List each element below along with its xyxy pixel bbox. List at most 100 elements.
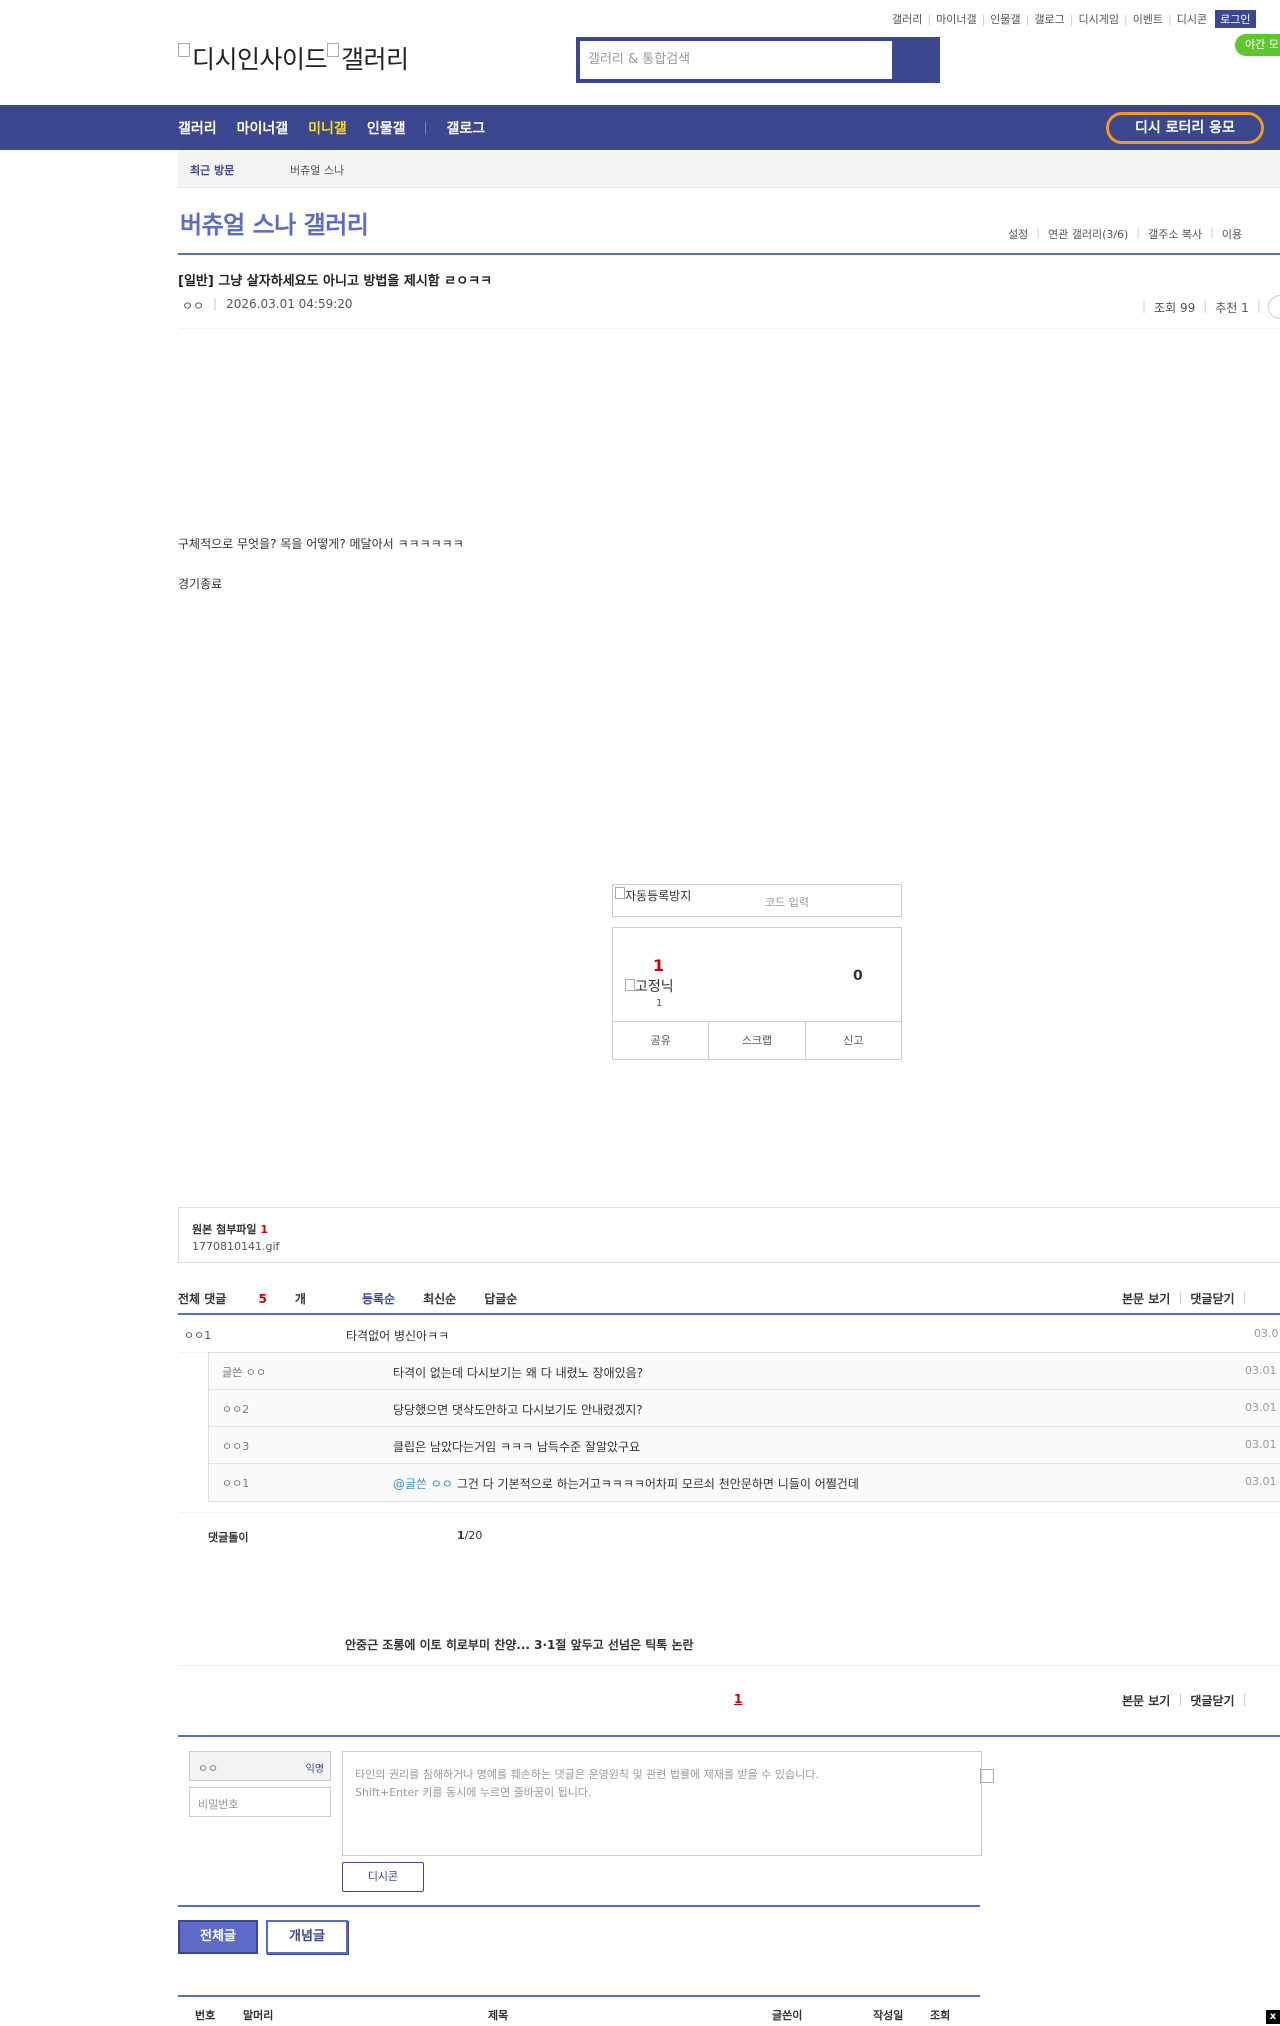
comment-nick[interactable]: ㅇㅇ1 — [184, 1327, 211, 1343]
close-comments-link[interactable]: 댓글닫기 — [1190, 1692, 1234, 1709]
logo-text-dcinside: 디시인사이드 — [192, 45, 328, 74]
site-logo[interactable]: 디시인사이드 갤러리 — [178, 40, 409, 76]
reply-text: 클립은 남았다는거임 ㅋㅋㅋ 남득수준 잘알았구요 — [393, 1440, 641, 1454]
settings-link[interactable]: 설정 — [1008, 226, 1028, 242]
top-link-dc-game[interactable]: 디시게임 — [1078, 11, 1118, 27]
col-number: 번호 — [195, 2009, 216, 2022]
separator: | — [1178, 1692, 1183, 1706]
tab-all-posts[interactable]: 전체글 — [178, 1920, 258, 1954]
top-link-gallery[interactable]: 갤러리 — [892, 11, 922, 27]
news-headline-link[interactable]: 안중근 조롱에 이토 히로부미 찬양... 3·1절 앞두고 선넘은 틱톡 논란 — [345, 1636, 694, 1653]
broken-image-icon — [178, 43, 190, 57]
separator: | — [1025, 12, 1030, 26]
fixed-nick-upvote-count: 1 — [656, 998, 663, 1009]
reply-row: ㅇㅇ1 @글쓴 ㅇㅇ 그건 다 기본적으로 하는거고ㅋㅋㅋㅋ어차피 모르쇠 천안… — [209, 1464, 1280, 1501]
top-link-person-gallery[interactable]: 인물갤 — [990, 11, 1020, 27]
reply-row: ㅇㅇ3 클립은 남았다는거임 ㅋㅋㅋ 남득수준 잘알았구요 03.01 0 — [209, 1427, 1280, 1464]
close-comments-link[interactable]: 댓글닫기 — [1190, 1290, 1234, 1307]
sort-by-registration[interactable]: 등록순 — [362, 1290, 395, 1307]
reply-list: 글쓴 ㅇㅇ 타격이 없는데 다시보기는 왜 다 내렸노 장애있음? 03.01 … — [208, 1352, 1280, 1502]
comment-header-links: 본문 보기 | 댓글닫기 | — [1122, 1290, 1255, 1307]
close-icon[interactable]: x — [1266, 2010, 1280, 2024]
comment-row: ㅇㅇ1 타격없어 병신아ㅋㅋ 03.01 — [178, 1315, 1280, 1353]
recent-visit-item[interactable]: 버츄얼 스나 — [290, 162, 344, 178]
view-body-link[interactable]: 본문 보기 — [1122, 1290, 1170, 1307]
separator: | — [981, 12, 986, 26]
post-actions: 공유 스크랩 신고 — [613, 1021, 901, 1059]
comment-paging: 댓글돌이 1/20 — [178, 1512, 1280, 1562]
search-button[interactable] — [892, 41, 936, 79]
post-author[interactable]: ㅇㅇ — [182, 297, 204, 314]
sort-by-replies[interactable]: 답글순 — [484, 1290, 517, 1307]
top-link-event[interactable]: 이벤트 — [1133, 11, 1163, 27]
nickname-field[interactable]: ㅇㅇ 익명 — [189, 1751, 331, 1781]
top-link-minor-gallery[interactable]: 마이너갤 — [936, 11, 976, 27]
recent-visit-label[interactable]: 최근 방문 — [190, 162, 234, 178]
top-link-gallog[interactable]: 갤로그 — [1034, 11, 1064, 27]
reply-text: @글쓴 ㅇㅇ 그건 다 기본적으로 하는거고ㅋㅋㅋㅋ어차피 모르쇠 천안문하면 … — [393, 1477, 859, 1491]
usage-link[interactable]: 이용 — [1222, 226, 1242, 242]
post-meta: ㅇㅇ | 2026.03.01 04:59:20 — [182, 297, 353, 314]
nav-item-gallog[interactable]: 갤로그 — [446, 118, 485, 138]
password-field[interactable]: 비밀번호 — [189, 1787, 331, 1817]
comment-bot-label[interactable]: 댓글돌이 — [208, 1529, 248, 1545]
comment-text: 타격없어 병신아ㅋㅋ — [346, 1329, 450, 1343]
page-number-link[interactable]: 1 — [734, 1692, 742, 1706]
comment-footer-links: 본문 보기 | 댓글닫기 | — [1122, 1692, 1255, 1709]
reply-nick[interactable]: 글쓴 ㅇㅇ — [222, 1364, 266, 1380]
lottery-button[interactable]: 디시 로터리 응모 — [1106, 112, 1264, 144]
captcha-input[interactable]: 코드 입력 — [765, 894, 809, 910]
divider — [178, 1665, 1280, 1666]
separator: | — [1203, 299, 1208, 313]
post-recommend: 추천 1 — [1215, 301, 1249, 315]
comment-date: 03.01 — [1254, 1327, 1280, 1340]
reply-nick[interactable]: ㅇㅇ3 — [222, 1438, 249, 1454]
copy-address-link[interactable]: 갤주소 복사 — [1148, 226, 1202, 242]
tab-concept-posts[interactable]: 개념글 — [266, 1920, 348, 1954]
captcha-image: 자동등록방지 — [615, 887, 691, 904]
top-links: 갤러리 | 마이너갤 | 인물갤 | 갤로그 | 디시게임 | 이벤트 | 디시콘 로그인 — [892, 10, 1256, 28]
top-link-dccon[interactable]: 디시콘 — [1177, 11, 1207, 27]
separator: | — [1142, 299, 1147, 313]
comment-textarea[interactable]: 타인의 권리를 침해하거나 명예를 훼손하는 댓글은 운영원칙 및 관련 법률에… — [342, 1751, 982, 1856]
more-options-icon[interactable] — [1268, 295, 1280, 319]
separator: | — [1256, 299, 1261, 313]
broken-image-icon — [625, 979, 635, 991]
nav-item-minor-gallery[interactable]: 마이너갤 — [237, 118, 289, 138]
sort-by-latest[interactable]: 최신순 — [423, 1290, 456, 1307]
related-gallery-link[interactable]: 연관 갤러리(3/6) — [1048, 226, 1128, 242]
post-stats: | 조회 99 | 추천 1 | — [1134, 299, 1269, 316]
comment-total: 전체 댓글 5개 — [178, 1292, 306, 1306]
scrap-button[interactable]: 스크랩 — [709, 1022, 806, 1059]
post-views: 조회 99 — [1154, 301, 1196, 315]
search-input[interactable]: 갤러리 & 통합검색 — [588, 41, 690, 79]
reply-nick[interactable]: ㅇㅇ2 — [222, 1401, 249, 1417]
nav-item-person-gallery[interactable]: 인물갤 — [367, 118, 406, 138]
divider — [178, 1905, 980, 1907]
col-views: 조회 — [930, 2009, 951, 2022]
divider — [178, 328, 1280, 329]
upvote-button[interactable]: 고정닉 — [625, 976, 674, 996]
dccon-button[interactable]: 디시콘 — [342, 1862, 424, 1892]
broken-image-icon — [327, 43, 340, 57]
nickname-value: ㅇㅇ — [198, 1762, 219, 1775]
recent-visit-bar: 최근 방문 버츄얼 스나 — [178, 150, 1280, 188]
reply-nick[interactable]: ㅇㅇ1 — [222, 1475, 249, 1491]
view-body-link[interactable]: 본문 보기 — [1122, 1692, 1170, 1709]
attachment-file-link[interactable]: 1770810141.gif — [192, 1240, 279, 1253]
separator: | — [1123, 12, 1128, 26]
reply-text: 당당했으면 댓삭도안하고 다시보기도 안내렸겠지? — [393, 1403, 643, 1417]
night-mode-button[interactable]: 야간 모 — [1235, 34, 1280, 56]
share-button[interactable]: 공유 — [613, 1022, 710, 1059]
separator: | — [1069, 12, 1074, 26]
reply-mention[interactable]: @글쓴 ㅇㅇ — [393, 1477, 453, 1491]
nav-item-mini-gallery[interactable]: 미니갤 — [308, 118, 347, 138]
gallery-title[interactable]: 버츄얼 스나 갤러리 — [180, 205, 369, 240]
attachment-count: 1 — [260, 1223, 269, 1236]
reply-date: 03.01 0 — [1245, 1475, 1280, 1488]
separator: | — [1136, 226, 1141, 239]
recommend-box: 1 고정닉 1 0 공유 스크랩 신고 — [612, 927, 902, 1060]
report-button[interactable]: 신고 — [806, 1022, 901, 1059]
nav-item-gallery[interactable]: 갤러리 — [178, 118, 217, 138]
login-button[interactable]: 로그인 — [1215, 10, 1256, 28]
